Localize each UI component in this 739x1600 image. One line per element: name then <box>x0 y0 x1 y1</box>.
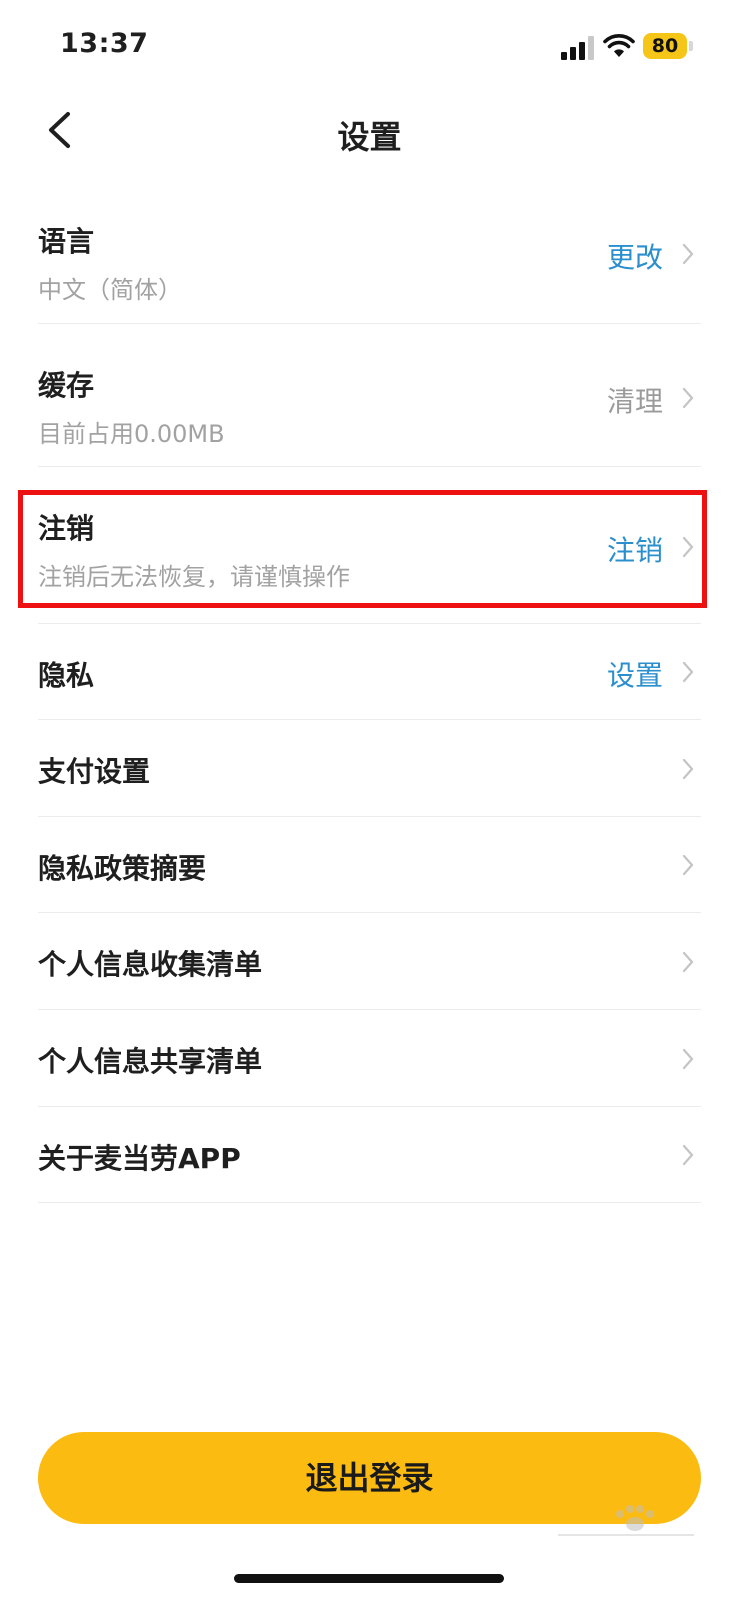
row-title: 支付设置 <box>38 755 151 788</box>
row-title: 个人信息共享清单 <box>38 1045 263 1078</box>
page-title: 设置 <box>337 118 402 156</box>
chevron-right-icon <box>682 854 694 876</box>
row-title: 关于麦当劳APP <box>38 1142 241 1175</box>
privacy-settings-button[interactable]: 设置 <box>607 654 663 694</box>
chevron-right-icon <box>682 661 694 683</box>
row-title: 隐私 <box>38 659 95 692</box>
settings-row-personal-info-sharing[interactable]: 个人信息共享清单 <box>38 1010 701 1107</box>
row-title: 缓存 <box>38 369 95 402</box>
settings-row-about-app[interactable]: 关于麦当劳APP <box>38 1107 701 1203</box>
highlight-box <box>18 490 707 608</box>
settings-row-personal-info-collection[interactable]: 个人信息收集清单 <box>38 913 701 1010</box>
row-subtitle: 目前占用0.00MB <box>38 420 225 448</box>
home-indicator <box>234 1574 504 1583</box>
status-time: 13:37 <box>60 28 149 59</box>
wifi-icon <box>603 34 635 57</box>
baidu-jingyan-watermark-logo <box>558 1505 694 1536</box>
chevron-right-icon <box>682 387 694 409</box>
row-title: 隐私政策摘要 <box>38 852 207 885</box>
cellular-signal-icon <box>561 36 595 60</box>
chevron-right-icon <box>682 758 694 780</box>
change-language-button[interactable]: 更改 <box>607 236 663 276</box>
navigation-bar: 设置 <box>0 96 739 166</box>
row-title: 个人信息收集清单 <box>38 948 263 981</box>
settings-row-cache[interactable]: 缓存 目前占用0.00MB 清理 <box>38 324 701 467</box>
chevron-right-icon <box>682 1144 694 1166</box>
battery-icon: 80 <box>643 33 687 59</box>
settings-row-language[interactable]: 语言 中文（简体） 更改 <box>38 200 701 324</box>
settings-row-privacy[interactable]: 隐私 设置 <box>38 624 701 720</box>
battery-tip <box>689 41 693 51</box>
row-subtitle: 中文（简体） <box>38 276 182 304</box>
row-title: 语言 <box>38 225 95 258</box>
status-bar: 13:37 80 <box>0 0 739 96</box>
clear-cache-button[interactable]: 清理 <box>607 380 663 420</box>
chevron-right-icon <box>682 243 694 265</box>
settings-row-payment[interactable]: 支付设置 <box>38 720 701 817</box>
settings-row-privacy-policy-summary[interactable]: 隐私政策摘要 <box>38 817 701 913</box>
chevron-right-icon <box>682 1048 694 1070</box>
chevron-right-icon <box>682 951 694 973</box>
